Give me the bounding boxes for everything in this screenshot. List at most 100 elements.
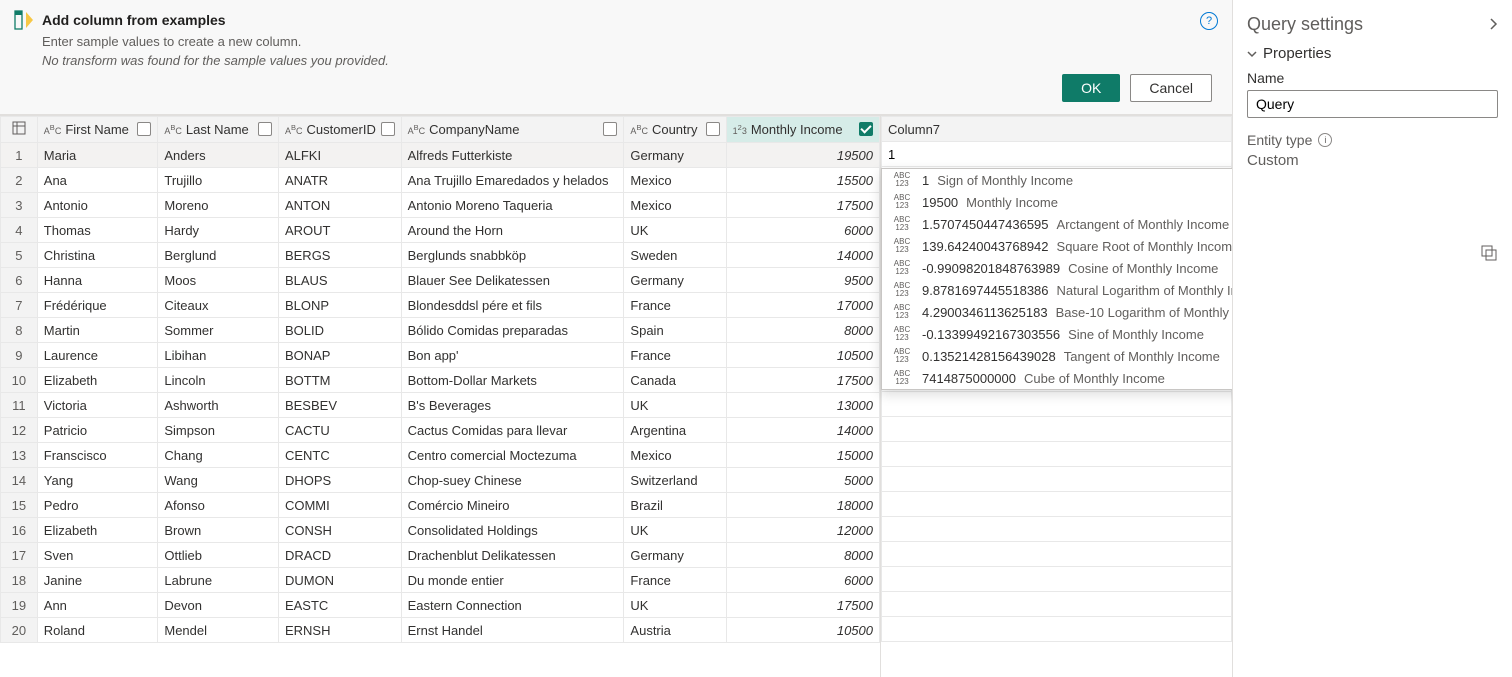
table-row[interactable]: 16ElizabethBrownCONSHConsolidated Holdin… (1, 518, 880, 543)
suggestion-item[interactable]: ABC1234.2900346113625183Base-10 Logarith… (882, 301, 1232, 323)
column-select-checkbox[interactable] (859, 122, 873, 136)
cell[interactable]: Brazil (624, 493, 726, 518)
example-row[interactable] (882, 142, 1232, 167)
cell[interactable]: Hanna (37, 268, 158, 293)
table-row[interactable]: 9LaurenceLibihanBONAPBon app'France10500 (1, 343, 880, 368)
cell[interactable]: Comércio Mineiro (401, 493, 624, 518)
cell[interactable]: 19500 (726, 143, 879, 168)
cell[interactable]: Brown (158, 518, 279, 543)
example-cell[interactable] (882, 517, 1232, 542)
cell[interactable]: B's Beverages (401, 393, 624, 418)
example-row[interactable] (882, 517, 1232, 542)
table-row[interactable]: 20RolandMendelERNSHErnst HandelAustria10… (1, 618, 880, 643)
suggestion-item[interactable]: ABC123139.64240043768942Square Root of M… (882, 235, 1232, 257)
table-row[interactable]: 5ChristinaBerglundBERGSBerglunds snabbkö… (1, 243, 880, 268)
row-number[interactable]: 16 (1, 518, 38, 543)
cell[interactable]: DHOPS (278, 468, 401, 493)
cell[interactable]: Around the Horn (401, 218, 624, 243)
example-row[interactable] (882, 442, 1232, 467)
cell[interactable]: 8000 (726, 318, 879, 343)
cell[interactable]: Sven (37, 543, 158, 568)
row-number[interactable]: 1 (1, 143, 38, 168)
cell[interactable]: France (624, 343, 726, 368)
example-row[interactable] (882, 567, 1232, 592)
cell[interactable]: 18000 (726, 493, 879, 518)
cell[interactable]: Martin (37, 318, 158, 343)
cell[interactable]: Chop-suey Chinese (401, 468, 624, 493)
cell[interactable]: Thomas (37, 218, 158, 243)
cell[interactable]: Spain (624, 318, 726, 343)
cell[interactable]: Wang (158, 468, 279, 493)
cell[interactable]: Mexico (624, 168, 726, 193)
cell[interactable]: Pedro (37, 493, 158, 518)
cell[interactable]: 17500 (726, 593, 879, 618)
cell[interactable]: ERNSH (278, 618, 401, 643)
cell[interactable]: EASTC (278, 593, 401, 618)
cell[interactable]: Eastern Connection (401, 593, 624, 618)
cell[interactable]: Citeaux (158, 293, 279, 318)
column-select-checkbox[interactable] (137, 122, 151, 136)
cell[interactable]: 14000 (726, 418, 879, 443)
cell[interactable]: 6000 (726, 218, 879, 243)
cell[interactable]: BLONP (278, 293, 401, 318)
cell[interactable]: DRACD (278, 543, 401, 568)
cell[interactable]: Blauer See Delikatessen (401, 268, 624, 293)
example-column-header[interactable] (882, 117, 1232, 142)
cell[interactable]: Mexico (624, 193, 726, 218)
column-header-customerid[interactable]: ABCCustomerID (278, 117, 401, 143)
row-number[interactable]: 18 (1, 568, 38, 593)
cell[interactable]: Mendel (158, 618, 279, 643)
table-corner-icon[interactable] (1, 117, 38, 143)
table-row[interactable]: 15PedroAfonsoCOMMIComércio MineiroBrazil… (1, 493, 880, 518)
cell[interactable]: Ernst Handel (401, 618, 624, 643)
cell[interactable]: BOTTM (278, 368, 401, 393)
cell[interactable]: 10500 (726, 343, 879, 368)
example-cell[interactable] (882, 417, 1232, 442)
column-select-checkbox[interactable] (381, 122, 395, 136)
cell[interactable]: Ana Trujillo Emaredados y helados (401, 168, 624, 193)
cell[interactable]: 17500 (726, 193, 879, 218)
row-number[interactable]: 7 (1, 293, 38, 318)
cell[interactable]: Ann (37, 593, 158, 618)
cell[interactable]: Victoria (37, 393, 158, 418)
example-cell[interactable] (882, 617, 1232, 642)
cell[interactable]: ALFKI (278, 143, 401, 168)
column-select-checkbox[interactable] (258, 122, 272, 136)
cell[interactable]: 5000 (726, 468, 879, 493)
cell[interactable]: 14000 (726, 243, 879, 268)
table-row[interactable]: 14YangWangDHOPSChop-suey ChineseSwitzerl… (1, 468, 880, 493)
table-row[interactable]: 19AnnDevonEASTCEastern ConnectionUK17500 (1, 593, 880, 618)
table-row[interactable]: 4ThomasHardyAROUTAround the HornUK6000 (1, 218, 880, 243)
cell[interactable]: Christina (37, 243, 158, 268)
cell[interactable]: UK (624, 393, 726, 418)
cell[interactable]: Elizabeth (37, 518, 158, 543)
cell[interactable]: Anders (158, 143, 279, 168)
cell[interactable]: BOLID (278, 318, 401, 343)
table-row[interactable]: 8MartinSommerBOLIDBólido Comidas prepara… (1, 318, 880, 343)
example-row[interactable] (882, 392, 1232, 417)
example-cell[interactable] (882, 492, 1232, 517)
help-icon[interactable]: ? (1200, 12, 1218, 30)
example-row[interactable] (882, 417, 1232, 442)
cell[interactable]: Germany (624, 143, 726, 168)
cell[interactable]: Centro comercial Moctezuma (401, 443, 624, 468)
example-cell[interactable] (882, 542, 1232, 567)
cell[interactable]: Elizabeth (37, 368, 158, 393)
cell[interactable]: Moreno (158, 193, 279, 218)
cell[interactable]: 15000 (726, 443, 879, 468)
cell[interactable]: Moos (158, 268, 279, 293)
cell[interactable]: ANTON (278, 193, 401, 218)
table-row[interactable]: 2AnaTrujilloANATRAna Trujillo Emaredados… (1, 168, 880, 193)
cell[interactable]: Berglund (158, 243, 279, 268)
cell[interactable]: Sweden (624, 243, 726, 268)
column-header-last-name[interactable]: ABCLast Name (158, 117, 279, 143)
cell[interactable]: Lincoln (158, 368, 279, 393)
example-cell[interactable] (882, 567, 1232, 592)
table-row[interactable]: 1MariaAndersALFKIAlfreds FutterkisteGerm… (1, 143, 880, 168)
cell[interactable]: Trujillo (158, 168, 279, 193)
applied-steps-icon[interactable] (1480, 244, 1498, 265)
table-row[interactable]: 17SvenOttliebDRACDDrachenblut Delikatess… (1, 543, 880, 568)
cell[interactable]: Franscisco (37, 443, 158, 468)
row-number[interactable]: 12 (1, 418, 38, 443)
cell[interactable]: COMMI (278, 493, 401, 518)
